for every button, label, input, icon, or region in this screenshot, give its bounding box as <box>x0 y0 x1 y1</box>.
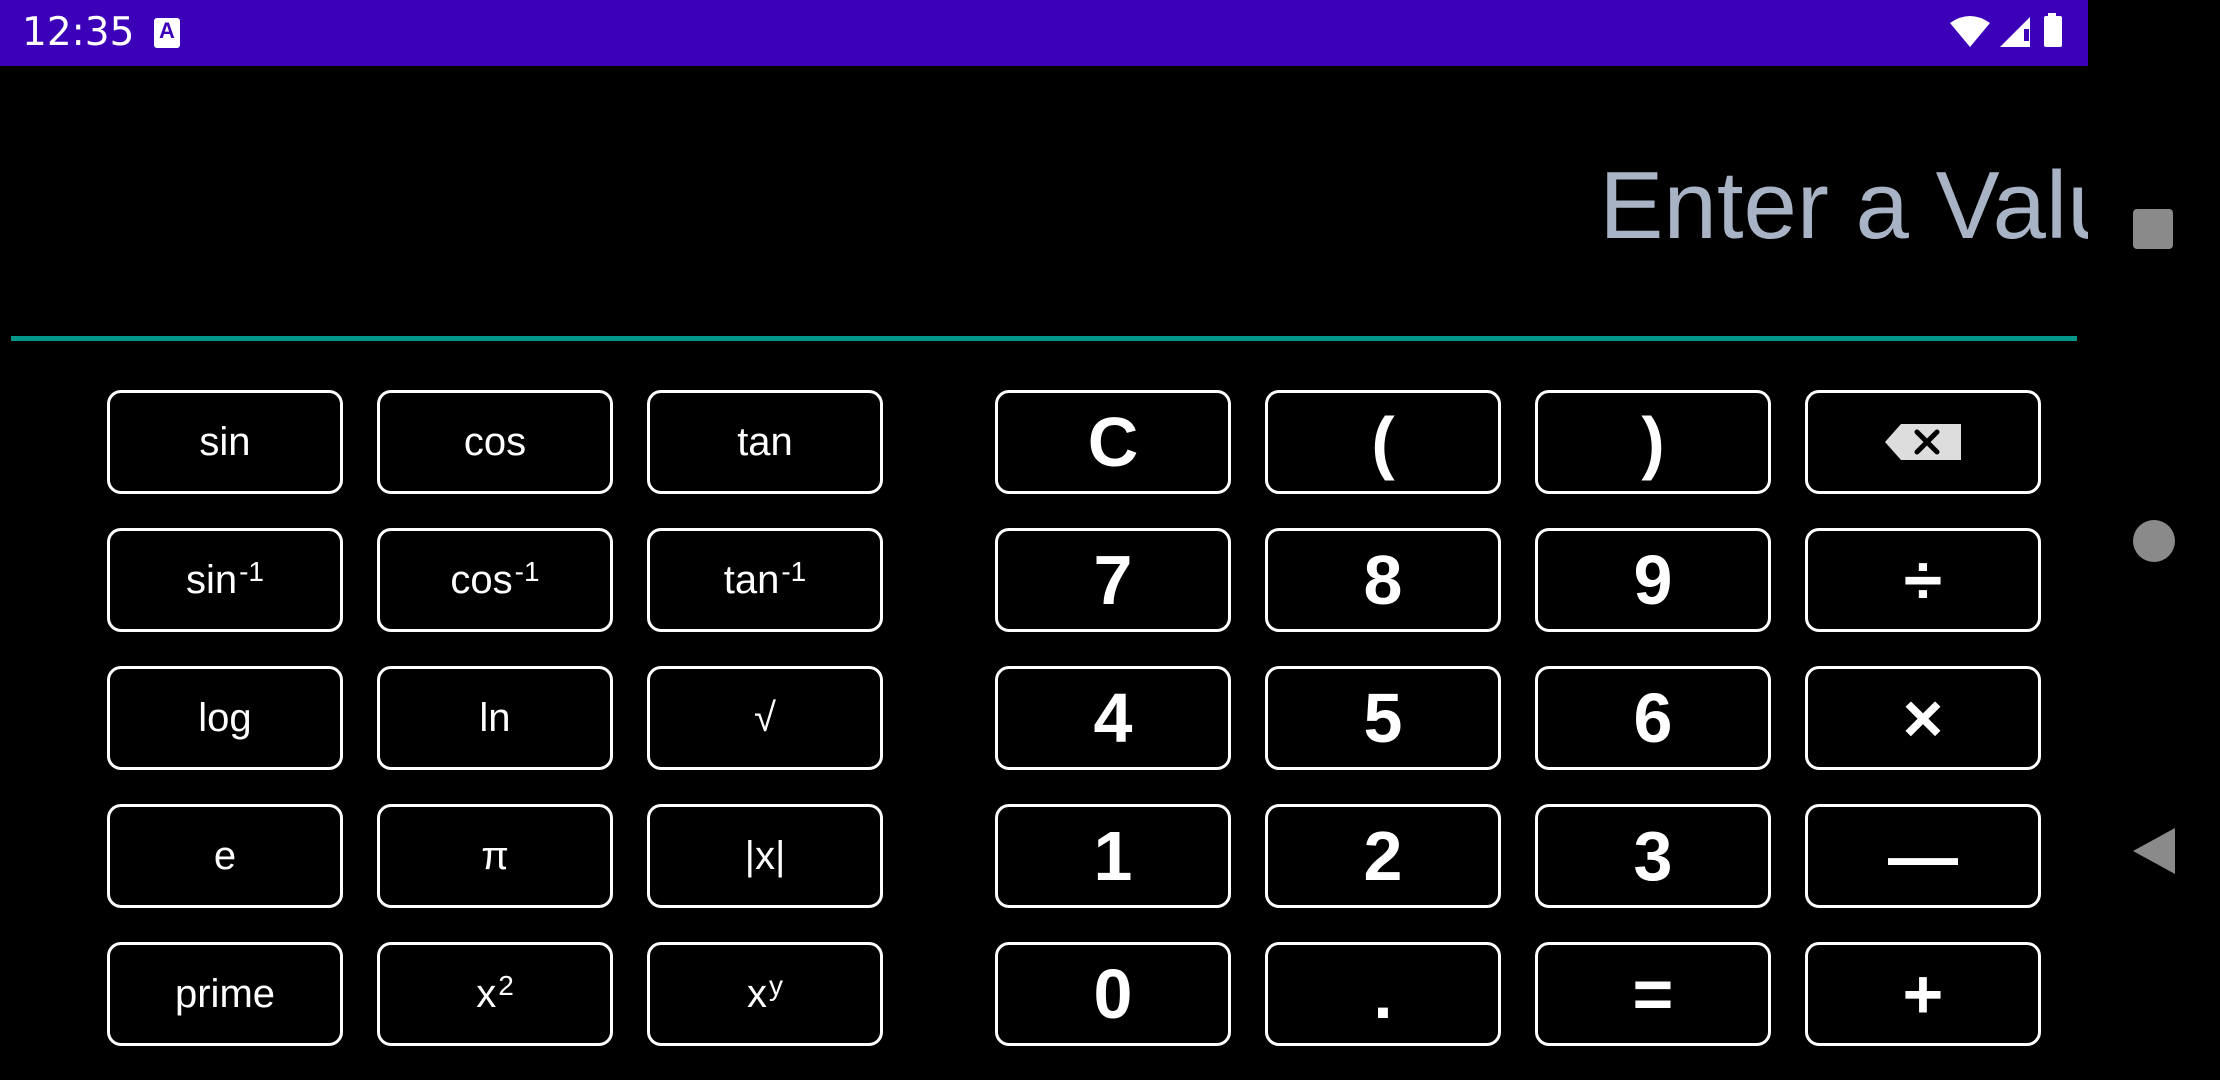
key-label: 0 <box>1093 955 1133 1033</box>
key-superscript: 2 <box>498 970 514 1001</box>
key-label: × <box>1902 679 1944 757</box>
status-time: 12:35 <box>22 10 135 55</box>
key-label: 9 <box>1633 541 1673 619</box>
key-label: 2 <box>1363 817 1403 895</box>
key-cos[interactable]: cos <box>377 390 613 494</box>
key-label: x <box>476 971 497 1016</box>
key-superscript: y <box>769 970 783 1001</box>
key-minus[interactable]: — <box>1805 804 2041 908</box>
key-open-paren[interactable]: ( <box>1265 390 1501 494</box>
key-clear[interactable]: C <box>995 390 1231 494</box>
navigation-bar <box>2088 0 2220 1080</box>
key-label: sin <box>185 557 238 602</box>
key-label: 5 <box>1363 679 1403 757</box>
home-button[interactable] <box>2131 518 2177 569</box>
backspace-icon <box>1885 424 1961 460</box>
key-sin[interactable]: sin <box>107 390 343 494</box>
key-tan-pow-neg1[interactable]: tan -1 <box>647 528 883 632</box>
battery-icon <box>2044 13 2062 47</box>
key-divide[interactable]: ÷ <box>1805 528 2041 632</box>
backspace-button[interactable] <box>1805 390 2041 494</box>
key-label: √ <box>754 695 776 740</box>
key-superscript: -1 <box>239 556 265 587</box>
signal-icon <box>2000 17 2030 47</box>
key-sqrt[interactable]: √ <box>647 666 883 770</box>
recents-icon <box>2133 209 2173 249</box>
key-superscript: -1 <box>781 556 807 587</box>
key-4[interactable]: 4 <box>995 666 1231 770</box>
back-button[interactable] <box>2131 826 2177 881</box>
key-label: ÷ <box>1903 541 1943 619</box>
input-underline <box>11 336 2077 341</box>
key-label: x <box>747 971 767 1016</box>
expression-input[interactable] <box>272 150 2176 262</box>
key-1[interactable]: 1 <box>995 804 1231 908</box>
key-label: 1 <box>1093 817 1133 895</box>
key-label: . <box>1373 955 1393 1033</box>
back-icon <box>2133 828 2175 874</box>
key-label: 6 <box>1633 679 1673 757</box>
home-icon <box>2133 520 2175 562</box>
key-sin-pow-neg1[interactable]: sin -1 <box>107 528 343 632</box>
key-8[interactable]: 8 <box>1265 528 1501 632</box>
key-pi[interactable]: π <box>377 804 613 908</box>
key-label: π <box>481 833 509 878</box>
status-icons <box>1950 13 2070 53</box>
key-label: e <box>213 833 237 878</box>
key-label: cos <box>463 419 527 464</box>
key-label: tan <box>723 557 780 602</box>
key-equals[interactable]: = <box>1535 942 1771 1046</box>
key-close-paren[interactable]: ) <box>1535 390 1771 494</box>
key-abs[interactable]: |x| <box>647 804 883 908</box>
key-tan[interactable]: tan <box>647 390 883 494</box>
key-label: 4 <box>1093 679 1133 757</box>
key-label: ( <box>1371 403 1395 481</box>
key-x-pow-2[interactable]: x2 <box>377 942 613 1046</box>
key-label: sin <box>199 419 251 464</box>
key-label: 3 <box>1633 817 1673 895</box>
key-label: ) <box>1641 403 1665 481</box>
key-6[interactable]: 6 <box>1535 666 1771 770</box>
key-x-pow-y[interactable]: xy <box>647 942 883 1046</box>
key-label: prime <box>174 971 276 1016</box>
key-label: + <box>1902 955 1944 1033</box>
key-0[interactable]: 0 <box>995 942 1231 1046</box>
key-label: |x| <box>744 833 786 878</box>
key-label: — <box>1888 817 1958 895</box>
key-decimal[interactable]: . <box>1265 942 1501 1046</box>
key-9[interactable]: 9 <box>1535 528 1771 632</box>
key-cos-pow-neg1[interactable]: cos -1 <box>377 528 613 632</box>
key-label: 8 <box>1363 541 1403 619</box>
recents-button[interactable] <box>2131 208 2175 255</box>
key-prime[interactable]: prime <box>107 942 343 1046</box>
key-log[interactable]: log <box>107 666 343 770</box>
key-multiply[interactable]: × <box>1805 666 2041 770</box>
key-label: cos <box>450 557 513 602</box>
key-7[interactable]: 7 <box>995 528 1231 632</box>
key-e[interactable]: e <box>107 804 343 908</box>
notification-app-icon: A <box>154 18 180 48</box>
key-label: = <box>1632 955 1674 1033</box>
key-label: 7 <box>1093 541 1133 619</box>
key-2[interactable]: 2 <box>1265 804 1501 908</box>
key-label: tan <box>737 419 793 464</box>
key-plus[interactable]: + <box>1805 942 2041 1046</box>
key-3[interactable]: 3 <box>1535 804 1771 908</box>
key-ln[interactable]: ln <box>377 666 613 770</box>
key-label: C <box>1087 403 1139 481</box>
wifi-icon <box>1950 16 1990 47</box>
key-superscript: -1 <box>514 556 540 587</box>
key-label: log <box>198 695 252 740</box>
key-label: ln <box>479 695 511 740</box>
status-bar: 12:35 A <box>0 0 2088 66</box>
key-5[interactable]: 5 <box>1265 666 1501 770</box>
